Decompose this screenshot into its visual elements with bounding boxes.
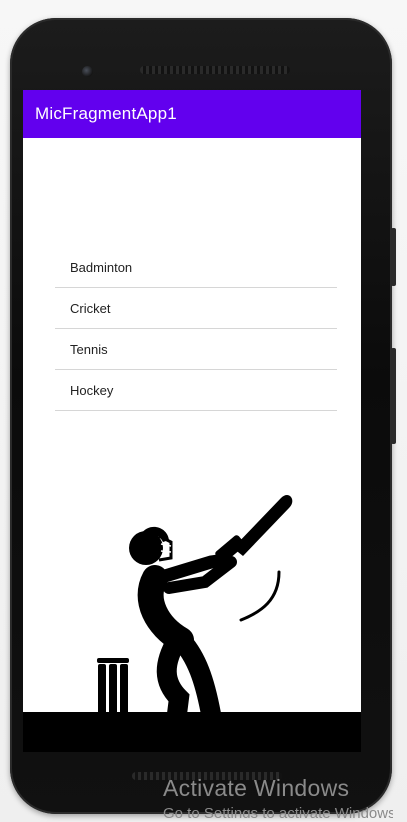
list-item-label: Badminton — [70, 259, 133, 275]
cricket-batsman-icon — [97, 495, 293, 712]
list-item[interactable]: Cricket — [55, 288, 337, 329]
front-camera-icon — [82, 66, 93, 77]
list-item[interactable]: Badminton — [55, 247, 337, 288]
app-screen: MicFragmentApp1 Badminton Cricket Tennis… — [23, 90, 361, 712]
list-item-label: Tennis — [70, 341, 108, 357]
activate-windows-subtext: Go to Settings to activate Windows. — [163, 805, 393, 818]
emulator-window: MicFragmentApp1 Badminton Cricket Tennis… — [0, 0, 407, 822]
activate-windows-watermark: Activate Windows — [163, 775, 350, 801]
app-title: MicFragmentApp1 — [35, 104, 177, 123]
app-bar: MicFragmentApp1 — [23, 90, 361, 138]
volume-button[interactable] — [391, 348, 396, 444]
power-button[interactable] — [391, 228, 396, 286]
list-item-label: Hockey — [70, 382, 114, 398]
list-item[interactable]: Hockey — [55, 370, 337, 411]
sports-list: Badminton Cricket Tennis Hockey — [55, 247, 337, 411]
list-item[interactable]: Tennis — [55, 329, 337, 370]
navigation-bar — [23, 712, 361, 752]
list-item-label: Cricket — [70, 300, 111, 316]
earpiece-speaker — [140, 66, 290, 74]
